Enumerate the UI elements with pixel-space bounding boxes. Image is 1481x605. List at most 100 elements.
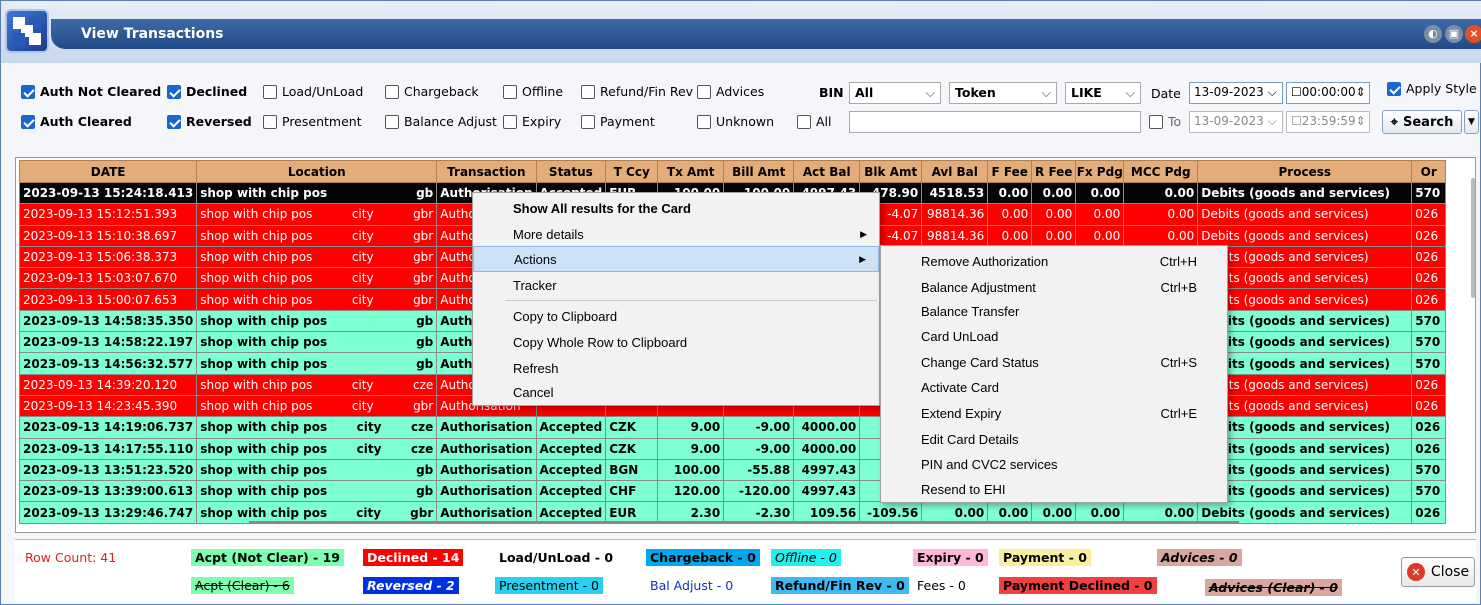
cell-loc: shop with chip pos gb: [196, 181, 438, 205]
action-remove-authorization[interactable]: Remove Authorization Ctrl+H: [881, 248, 1227, 274]
column-header[interactable]: R Fee: [1031, 160, 1077, 183]
table-row[interactable]: 2023-09-13 14:17:55.110 shop with chip po…: [18, 437, 1447, 460]
column-header[interactable]: Location: [196, 160, 438, 183]
to-label: To: [1168, 114, 1182, 129]
reversed-checkbox[interactable]: Reversed: [167, 114, 252, 129]
table-row[interactable]: 2023-09-13 13:51:23.520 shop with chip po…: [18, 458, 1447, 482]
match-mode-select[interactable]: LIKE ⌵: [1065, 82, 1141, 104]
cell-cc: gb: [416, 463, 434, 477]
cell-fx: 0.00: [1075, 181, 1125, 205]
offline-checkbox[interactable]: Offline: [503, 84, 563, 99]
search-button[interactable]: ⌖ Search: [1382, 110, 1462, 134]
action-balance-adjustment[interactable]: Balance Adjustment Ctrl+B: [881, 274, 1227, 300]
table-row[interactable]: 2023-09-13 14:19:06.737 shop with chip po…: [18, 416, 1447, 439]
token-select[interactable]: Token ⌵: [949, 82, 1057, 104]
menu-show-all[interactable]: Show All results for the Card: [473, 195, 879, 221]
column-header[interactable]: MCC Pdg: [1123, 160, 1199, 183]
cell-loc: shop with chip pos gb: [196, 458, 438, 482]
time-from-picker[interactable]: ☐00:00:00⇕: [1286, 82, 1370, 104]
menu-more-details[interactable]: More details ▶: [473, 221, 879, 247]
menu-copy-label: Copy to Clipboard: [513, 308, 618, 324]
date-to-checkbox[interactable]: To: [1149, 114, 1181, 129]
chargeback-checkbox[interactable]: Chargeback: [385, 84, 479, 99]
column-header[interactable]: Fx Pdg: [1075, 160, 1125, 183]
cell-date: 2023-09-13 15:06:38.373: [18, 245, 198, 269]
declined-checkbox[interactable]: Declined: [167, 84, 247, 99]
menu-refresh[interactable]: Refresh: [473, 355, 879, 381]
cell-bill: -9.00: [723, 437, 795, 460]
cell-date: 2023-09-13 15:00:07.653: [18, 288, 198, 311]
action-activate-card[interactable]: Activate Card: [881, 374, 1227, 400]
menu-actions[interactable]: Actions ▶: [473, 246, 879, 272]
all-checkbox[interactable]: All: [797, 114, 832, 129]
horizontal-scrollbar[interactable]: [249, 521, 1239, 524]
column-header[interactable]: F Fee: [987, 160, 1033, 183]
action-card-unload[interactable]: Card UnLoad: [881, 323, 1227, 349]
vertical-scrollbar[interactable]: [1471, 178, 1475, 298]
column-header[interactable]: Bill Amt: [723, 160, 795, 183]
search-dropdown-button[interactable]: ▼: [1464, 110, 1479, 134]
cell-proc: Debits (goods and services): [1197, 203, 1413, 226]
cell-act: 4000.00: [793, 437, 861, 460]
reversed-label: Reversed: [186, 114, 252, 129]
column-header[interactable]: T Ccy: [605, 160, 659, 183]
auth-cleared-checkbox[interactable]: Auth Cleared: [21, 114, 132, 129]
action-balance-transfer[interactable]: Balance Transfer: [881, 298, 1227, 324]
action-change-card-status[interactable]: Change Card Status Ctrl+S: [881, 349, 1227, 375]
column-header[interactable]: DATE: [18, 160, 198, 183]
menu-copy[interactable]: Copy to Clipboard: [473, 303, 879, 329]
search-text-input[interactable]: [849, 111, 1141, 133]
cell-date: 2023-09-13 15:10:38.697: [18, 224, 198, 247]
column-header[interactable]: Tx Amt: [657, 160, 725, 183]
action-pin-cvc2[interactable]: PIN and CVC2 services: [881, 451, 1227, 477]
balance-adjust-checkbox[interactable]: Balance Adjust: [385, 114, 497, 129]
column-header[interactable]: Transaction: [436, 160, 537, 183]
cell-ccy: CZK: [605, 416, 659, 439]
table-row[interactable]: 2023-09-13 13:39:00.613 shop with chip po…: [18, 480, 1447, 503]
menu-tracker[interactable]: Tracker: [473, 272, 879, 298]
advices-checkbox[interactable]: Advices: [697, 84, 764, 99]
cell-date: 2023-09-13 13:51:23.520: [18, 458, 198, 482]
action-extend-expiry[interactable]: Extend Expiry Ctrl+E: [881, 400, 1227, 426]
minimize-icon[interactable]: ◐: [1424, 25, 1442, 43]
column-header[interactable]: Or: [1411, 160, 1447, 183]
cell-loc: shop with chip pos city gbr: [196, 267, 438, 290]
action-resend-ehi[interactable]: Resend to EHI: [881, 476, 1227, 502]
bin-select[interactable]: All ⌵: [849, 82, 941, 104]
title-bar: View Transactions ◐ ▣ ×: [1, 1, 1481, 63]
unknown-checkbox[interactable]: Unknown: [697, 114, 774, 129]
presentment-checkbox[interactable]: Presentment: [263, 114, 362, 129]
window-title: View Transactions: [81, 26, 224, 42]
column-header[interactable]: Avl Bal: [921, 160, 989, 183]
context-menu: Show All results for the Card More detai…: [472, 192, 880, 406]
date-to-picker[interactable]: 13-09-2023 ⌵: [1189, 111, 1283, 133]
declined-label: Declined: [186, 84, 248, 99]
apply-style-checkbox[interactable]: Apply Style: [1387, 81, 1477, 96]
load-unload-checkbox[interactable]: Load/UnLoad: [263, 84, 363, 99]
cell-cc: gbr: [413, 207, 434, 222]
cell-loc: shop with chip pos: [200, 420, 328, 435]
cell-city: city: [351, 250, 374, 265]
search-button-label: Search: [1403, 114, 1454, 130]
time-to-picker[interactable]: ☐23:59:59⇕: [1286, 111, 1370, 133]
cell-proc: Debits (goods and services): [1197, 224, 1413, 247]
close-window-icon[interactable]: ×: [1465, 25, 1481, 43]
column-header[interactable]: Act Bal: [793, 160, 861, 183]
cell-act: 4000.00: [793, 416, 861, 439]
payment-checkbox[interactable]: Payment: [581, 114, 655, 129]
date-from-picker[interactable]: 13-09-2023 ⌵: [1189, 82, 1283, 104]
menu-cancel[interactable]: Cancel: [473, 379, 879, 405]
restore-icon[interactable]: ▣: [1445, 25, 1463, 43]
menu-copy-row[interactable]: Copy Whole Row to Clipboard: [473, 329, 879, 355]
column-header[interactable]: Status: [535, 160, 607, 183]
cell-proc: Debits (goods and services): [1197, 352, 1413, 375]
refund-checkbox[interactable]: Refund/Fin Rev: [581, 84, 693, 99]
auth-not-cleared-checkbox[interactable]: Auth Not Cleared: [21, 84, 161, 99]
column-header[interactable]: Process: [1197, 160, 1413, 183]
close-button[interactable]: ✕ Close: [1401, 557, 1475, 587]
expiry-checkbox[interactable]: Expiry: [503, 114, 561, 129]
column-header[interactable]: Blk Amt: [859, 160, 923, 183]
offline-label: Offline: [522, 84, 564, 99]
cell-or: 026: [1411, 394, 1447, 418]
action-edit-card-details[interactable]: Edit Card Details: [881, 426, 1227, 452]
